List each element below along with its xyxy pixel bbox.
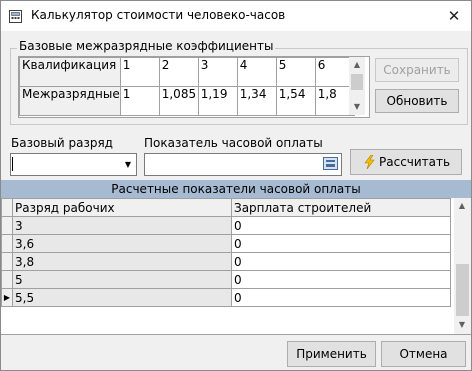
- calculate-button[interactable]: Рассчитать: [350, 149, 462, 175]
- cell-interrank-3[interactable]: 1,19: [197, 86, 238, 116]
- cancel-button[interactable]: Отмена: [381, 341, 466, 367]
- cell-interrank-1[interactable]: 1: [119, 86, 160, 116]
- row-indicator-cell[interactable]: [1, 252, 13, 271]
- cell-interrank-4[interactable]: 1,34: [236, 86, 277, 116]
- rank-cell[interactable]: 3,8: [12, 252, 232, 271]
- title-bar: Калькулятор стоимости человеко-часов ✕: [1, 1, 471, 31]
- results-header-row: Разряд рабочих Зарплата строителей: [1, 198, 451, 217]
- cell-qualification-5[interactable]: 5: [275, 57, 316, 87]
- rank-cell[interactable]: 5,5: [12, 288, 232, 307]
- save-button[interactable]: Сохранить: [375, 58, 459, 82]
- close-icon: ✕: [447, 7, 461, 25]
- calculator-icon[interactable]: [323, 157, 338, 170]
- hourly-rate-input[interactable]: [144, 153, 342, 176]
- row-indicator-icon[interactable]: ▶: [1, 288, 13, 307]
- table-row[interactable]: 3 0: [1, 216, 451, 235]
- cell-qualification-2[interactable]: 2: [158, 57, 199, 87]
- cell-interrank-5[interactable]: 1,54: [275, 86, 316, 116]
- salary-cell[interactable]: 0: [231, 270, 451, 289]
- apply-button[interactable]: Применить: [287, 341, 376, 367]
- row-header-qualification[interactable]: Квалификация: [19, 57, 121, 87]
- scroll-down-icon[interactable]: ▼: [349, 99, 365, 115]
- coefficients-scroll-thumb[interactable]: [351, 74, 363, 90]
- table-row[interactable]: ▶ 5,5 0: [1, 288, 451, 307]
- salary-cell[interactable]: 0: [231, 234, 451, 253]
- rank-cell[interactable]: 5: [12, 270, 232, 289]
- coefficients-scrollbar[interactable]: ▲ ▼: [349, 57, 365, 115]
- dropdown-arrow-icon[interactable]: ▼: [120, 154, 136, 175]
- coefficients-row-qualification: Квалификация 1 2 3 4 5 6: [19, 57, 355, 87]
- lightning-icon: [364, 155, 375, 169]
- row-indicator-cell[interactable]: [1, 270, 13, 289]
- base-rank-select[interactable]: ▼: [10, 153, 137, 176]
- row-header-interrank[interactable]: Межразрядные: [19, 86, 121, 116]
- calculator-window: Калькулятор стоимости человеко-часов ✕ Б…: [0, 0, 472, 371]
- rank-cell[interactable]: 3,6: [12, 234, 232, 253]
- row-indicator-cell[interactable]: [1, 234, 13, 253]
- cell-qualification-4[interactable]: 4: [236, 57, 277, 87]
- refresh-button[interactable]: Обновить: [375, 89, 459, 113]
- scroll-up-icon[interactable]: ▲: [349, 57, 365, 73]
- column-header-salary[interactable]: Зарплата строителей: [231, 198, 451, 217]
- window-title: Калькулятор стоимости человеко-часов: [31, 8, 286, 22]
- coefficients-group-title: Базовые межразрядные коэффициенты: [17, 39, 276, 53]
- results-scroll-thumb[interactable]: [456, 264, 469, 316]
- header-indicator-cell: [1, 198, 13, 217]
- coefficients-row-interrank: Межразрядные 1 1,085 1,19 1,34 1,54 1,8: [19, 86, 355, 116]
- scroll-up-icon[interactable]: ▲: [454, 198, 470, 214]
- rank-cell[interactable]: 3: [12, 216, 232, 235]
- cell-interrank-2[interactable]: 1,085: [158, 86, 199, 116]
- cell-qualification-1[interactable]: 1: [119, 57, 160, 87]
- close-button[interactable]: ✕: [443, 5, 465, 27]
- row-indicator-cell[interactable]: [1, 216, 13, 235]
- coefficients-grid[interactable]: Квалификация 1 2 3 4 5 6 Межразрядные 1 …: [18, 56, 370, 118]
- calculate-label: Рассчитать: [379, 155, 451, 169]
- salary-cell[interactable]: 0: [231, 216, 451, 235]
- app-icon: [9, 10, 22, 23]
- results-header: Расчетные показатели часовой оплаты: [1, 180, 471, 198]
- results-scrollbar[interactable]: ▲ ▼: [454, 198, 471, 334]
- table-row[interactable]: 3,6 0: [1, 234, 451, 253]
- cell-qualification-3[interactable]: 3: [197, 57, 238, 87]
- column-header-rank[interactable]: Разряд рабочих: [12, 198, 232, 217]
- results-grid[interactable]: Разряд рабочих Зарплата строителей 3 0 3…: [1, 198, 471, 335]
- scroll-down-icon[interactable]: ▼: [454, 317, 470, 333]
- base-rank-label: Базовый разряд: [11, 136, 113, 150]
- table-row[interactable]: 3,8 0: [1, 252, 451, 271]
- table-row[interactable]: 5 0: [1, 270, 451, 289]
- hourly-rate-label: Показатель часовой оплаты: [144, 136, 323, 150]
- text-caret: [12, 157, 13, 171]
- salary-cell[interactable]: 0: [231, 252, 451, 271]
- salary-cell[interactable]: 0: [231, 288, 451, 307]
